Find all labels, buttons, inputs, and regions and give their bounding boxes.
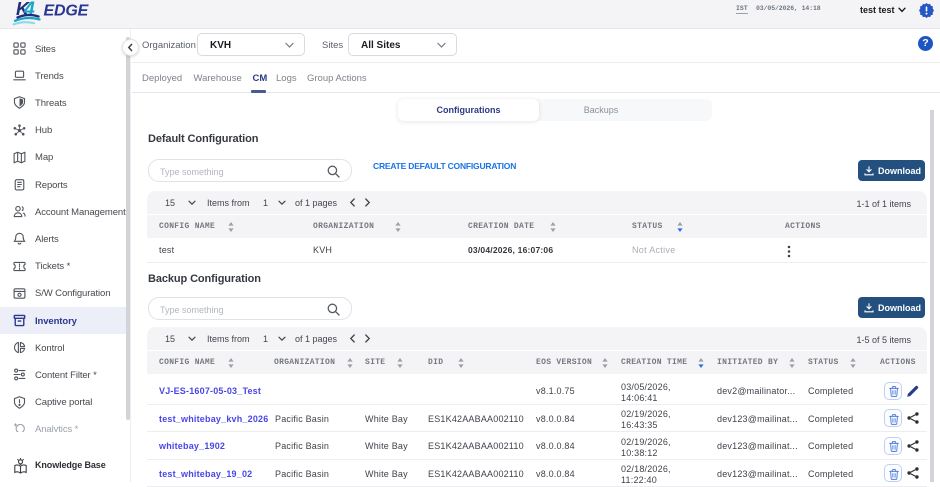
svg-text:4: 4 [23, 0, 35, 20]
svg-text:EDGE: EDGE [44, 2, 90, 19]
